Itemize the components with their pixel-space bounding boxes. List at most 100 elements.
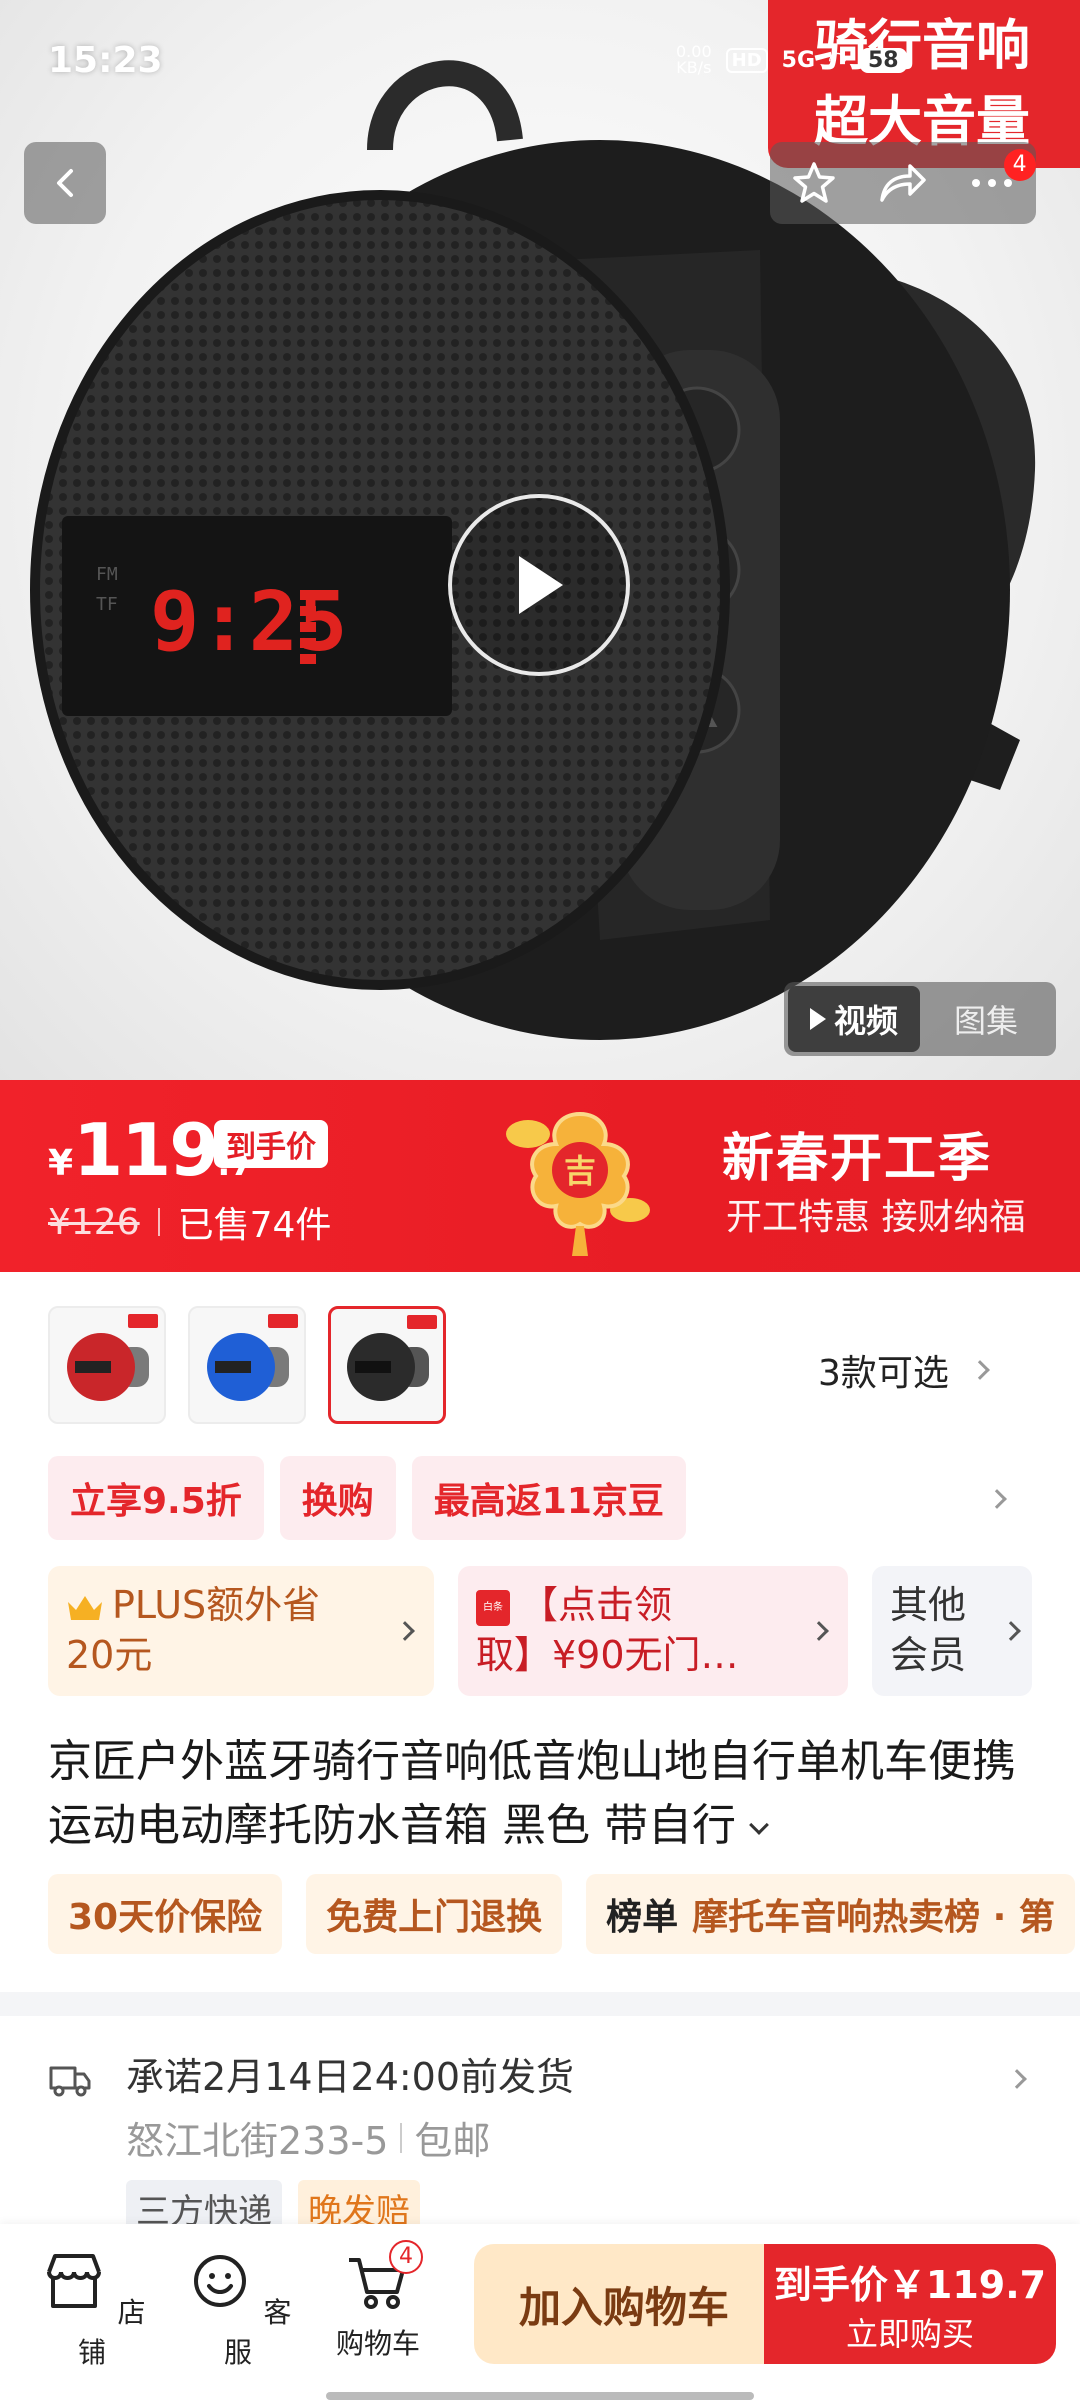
- tab-gallery-label: 图集: [953, 1002, 1018, 1040]
- campaign-title: 新春开工季: [722, 1129, 993, 1189]
- plus-line-1: PLUS额外省: [112, 1583, 321, 1627]
- nav-cart-label: 购物车: [335, 2327, 420, 2360]
- nav-cart[interactable]: 4 购物车: [318, 2240, 438, 2362]
- promo-jingdou[interactable]: 最高返11京豆: [411, 1456, 686, 1540]
- bottom-action-bar: 店铺 客服 4 购物车 加入购物车 到手价￥119.7 立即购买: [0, 2224, 1080, 2408]
- coupon-card[interactable]: 白条 【点击领 取】¥90无门…: [458, 1566, 848, 1696]
- ship-fee: 包邮: [414, 2119, 491, 2163]
- ship-address: 怒江北街233-5: [126, 2119, 389, 2163]
- battery-icon: 58: [859, 47, 907, 73]
- play-icon: [519, 556, 563, 614]
- ship-address-line: 怒江北街233-5 包邮: [126, 2110, 490, 2165]
- thumb-tag: [128, 1314, 158, 1328]
- top-action-group: 4: [770, 142, 1036, 224]
- play-video-button[interactable]: [448, 494, 630, 676]
- product-title[interactable]: 京匠户外蓝牙骑行音响低音炮山地自行单机车便携运动电动摩托防水音箱 黑色 带自行: [48, 1730, 1038, 1858]
- tab-video[interactable]: 视频: [788, 986, 920, 1052]
- chevron-right-icon: [1001, 1621, 1021, 1641]
- ranking-label: 榜单: [606, 1897, 679, 1938]
- svg-text:9:25: 9:25: [150, 575, 347, 670]
- service-tags: 30天价保险 免费上门退换 榜单 摩托车音响热卖榜 · 第: [48, 1874, 1080, 1954]
- hd-icon: HD: [725, 47, 768, 73]
- more-button[interactable]: 4: [962, 149, 1036, 213]
- buy-price-label: 到手价￥119.7: [773, 2262, 1047, 2307]
- variant-thumbnails: [48, 1306, 446, 1424]
- share-icon: [880, 164, 926, 202]
- wifi-icon: ◠: [829, 47, 846, 73]
- member-benefit-cards: PLUS额外省 20元 白条 【点击领 取】¥90无门… 其他 会员: [48, 1566, 1032, 1696]
- currency-symbol: ¥: [48, 1143, 74, 1184]
- tab-video-label: 视频: [833, 1002, 898, 1040]
- chevron-down-icon: [749, 1815, 769, 1835]
- chevron-right-icon[interactable]: [987, 1489, 1007, 1509]
- truck-icon: [49, 2066, 91, 2097]
- divider: [157, 1208, 160, 1236]
- nav-store[interactable]: 店铺: [32, 2246, 152, 2371]
- original-price: ¥126: [48, 1201, 140, 1243]
- status-time: 15:23: [48, 40, 163, 81]
- share-button[interactable]: [873, 153, 933, 213]
- home-indicator[interactable]: [326, 2392, 754, 2400]
- chevron-right-icon: [970, 1360, 990, 1380]
- variant-thumb-red[interactable]: [48, 1306, 166, 1424]
- free-return-tag[interactable]: 免费上门退换: [306, 1874, 563, 1954]
- play-small-icon: [809, 1008, 826, 1030]
- other-line-2: 会员: [890, 1633, 967, 1677]
- divider: [400, 2122, 403, 2153]
- nav-customer-service[interactable]: 客服: [178, 2246, 298, 2371]
- media-type-toggle: 视频 图集: [784, 982, 1056, 1056]
- sold-count: 已售74件: [177, 1205, 332, 1246]
- other-member-card[interactable]: 其他 会员: [872, 1566, 1032, 1696]
- message-count-badge: 4: [1003, 149, 1036, 181]
- ship-promise: 承诺2月14日24:00前发货: [126, 2055, 575, 2099]
- back-button[interactable]: [24, 142, 106, 224]
- promotion-tags: 立享9.5折 换购 最高返11京豆: [48, 1456, 686, 1540]
- favorite-button[interactable]: [784, 153, 844, 213]
- baitiao-icon: 白条: [476, 1589, 510, 1626]
- buy-now-label: 立即购买: [845, 2314, 974, 2353]
- price-sub-line: ¥126 已售74件: [48, 1196, 331, 1248]
- product-title-text: 京匠户外蓝牙骑行音响低音炮山地自行单机车便携运动电动摩托防水音箱 黑色 带自行: [48, 1736, 1016, 1851]
- lucky-charm-icon: 吉: [506, 1111, 650, 1256]
- svg-text:吉: 吉: [564, 1152, 596, 1190]
- signal-icon: 5G: [781, 47, 816, 73]
- promo-discount[interactable]: 立享9.5折: [48, 1456, 264, 1540]
- coupon-line-2: 取】¥90无门…: [476, 1633, 739, 1677]
- speaker-thumb-icon: [347, 1333, 429, 1401]
- thumb-tag: [407, 1315, 437, 1329]
- price-protection-tag[interactable]: 30天价保险: [48, 1874, 283, 1954]
- plus-savings-card[interactable]: PLUS额外省 20元: [48, 1566, 434, 1696]
- ranking-tag[interactable]: 榜单 摩托车音响热卖榜 · 第: [586, 1874, 1075, 1954]
- svg-text:FM: FM: [96, 564, 118, 585]
- speaker-thumb-icon: [67, 1333, 149, 1401]
- variant-thumb-black[interactable]: [328, 1306, 446, 1424]
- cart-count-badge: 4: [389, 2240, 423, 2274]
- status-icons: 0.00 KB/s HD 5G ◠ 58: [676, 44, 907, 76]
- chevron-right-icon: [395, 1621, 415, 1641]
- ranking-text: 摩托车音响热卖榜 · 第: [692, 1897, 1055, 1938]
- plus-line-2: 20元: [66, 1633, 153, 1677]
- chevron-left-icon: [57, 169, 73, 197]
- variant-thumb-blue[interactable]: [188, 1306, 306, 1424]
- section-divider: [0, 1992, 1080, 2016]
- coupon-line-1: 【点击领: [520, 1583, 673, 1627]
- price-integer: 119: [73, 1108, 219, 1192]
- speaker-thumb-icon: [207, 1333, 289, 1401]
- tab-gallery[interactable]: 图集: [920, 986, 1052, 1052]
- campaign-subtitle: 开工特惠 接财纳福: [726, 1197, 1026, 1238]
- thumb-tag: [268, 1314, 298, 1328]
- product-hero-image[interactable]: FM TF 9:25 15:23 0.00 KB/s HD 5G ◠ 58 骑行音…: [0, 0, 1080, 1080]
- net-speed: 0.00 KB/s: [676, 42, 712, 77]
- add-to-cart-button[interactable]: 加入购物车: [474, 2244, 774, 2364]
- more-dots-icon: [971, 179, 1012, 187]
- chevron-right-icon: [1007, 2069, 1027, 2089]
- price-banner: ¥ 119 .7 到手价 ¥126 已售74件 吉 新春开工季 开工特惠 接财纳…: [0, 1080, 1080, 1272]
- variant-count-link[interactable]: 3款可选: [818, 1344, 990, 1396]
- cart-icon-wrap: 4: [343, 2240, 423, 2316]
- promo-exchange[interactable]: 换购: [279, 1456, 396, 1540]
- svg-text:TF: TF: [96, 594, 118, 615]
- final-price-tag: 到手价: [214, 1120, 328, 1168]
- crown-icon: [68, 1595, 102, 1620]
- buy-now-button[interactable]: 到手价￥119.7 立即购买: [764, 2244, 1056, 2364]
- star-icon: [793, 162, 836, 203]
